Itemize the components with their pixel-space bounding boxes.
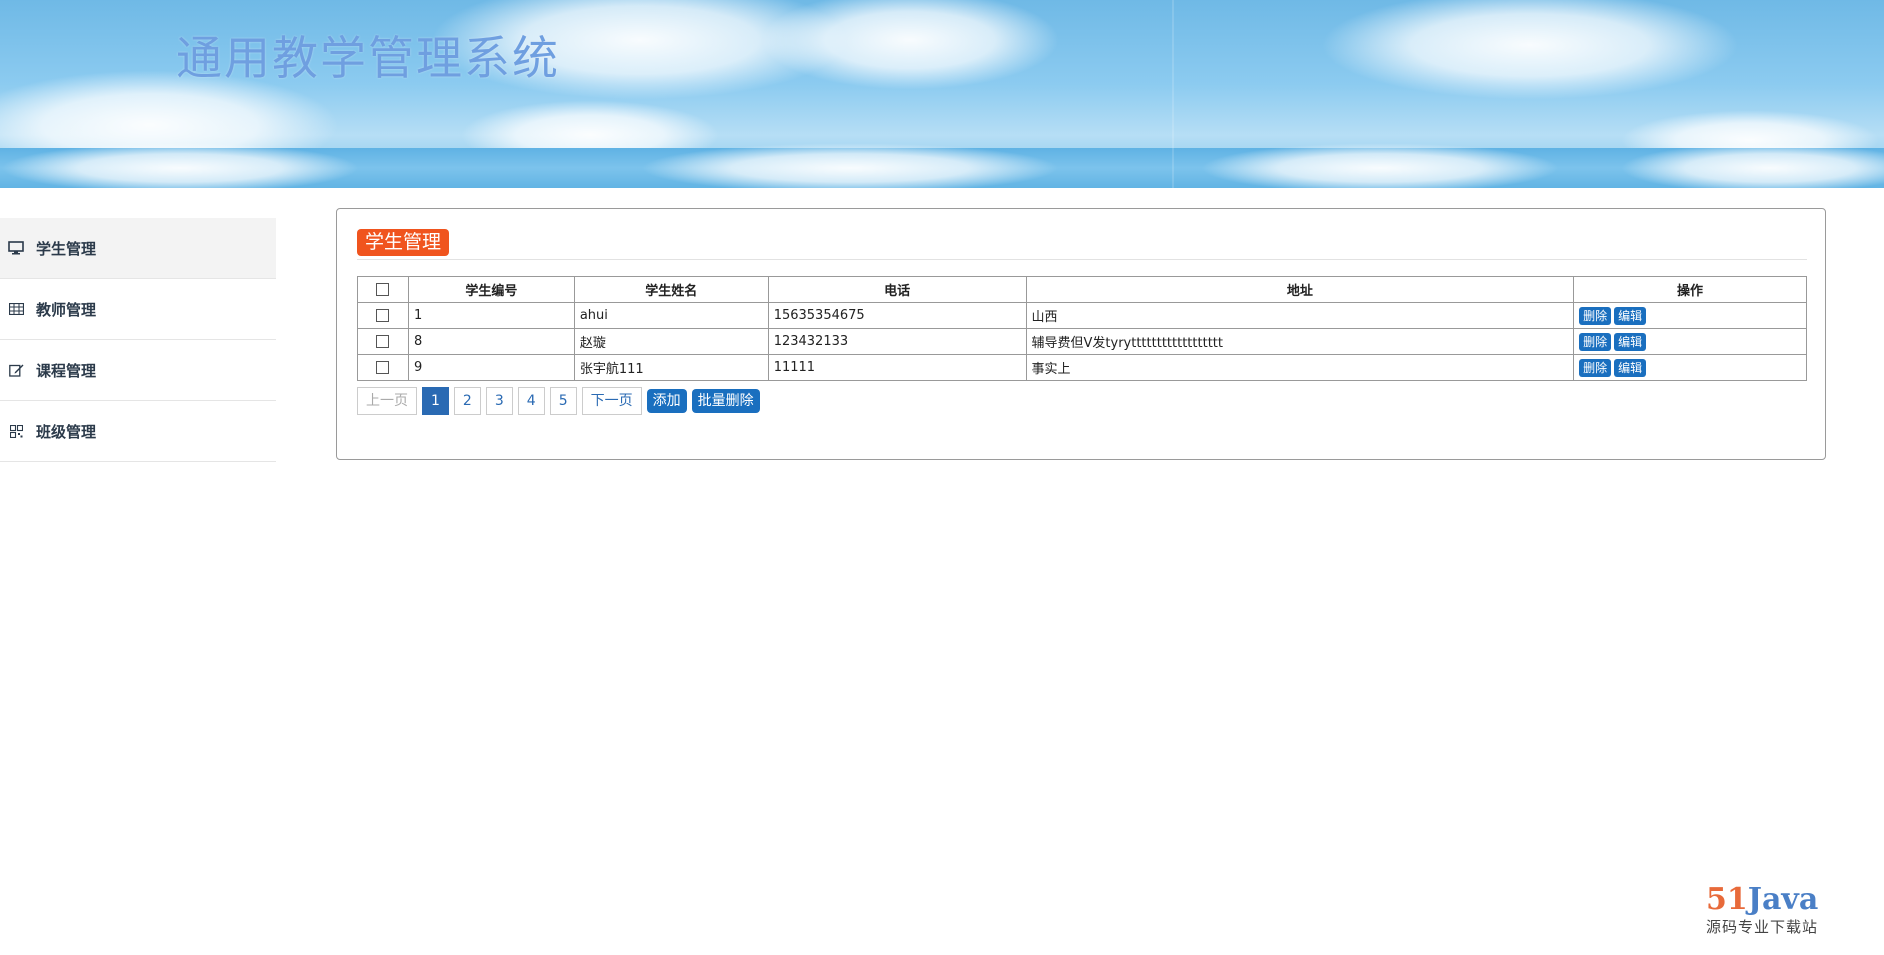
page-3-button[interactable]: 3 (485, 387, 513, 415)
add-button[interactable]: 添加 (646, 389, 687, 413)
next-page-button[interactable]: 下一页 (581, 387, 642, 415)
student-phone: 123432133 (767, 328, 1027, 355)
monitor-icon (6, 240, 26, 256)
pagination: 上一页 1 2 3 4 5 下一页 添加 批量删除 (357, 387, 765, 415)
watermark-wordmark: 51Java (1706, 882, 1819, 917)
table-row: 9 张宇航111 11111 事实上 删除 编辑 (357, 354, 1807, 381)
row-checkbox[interactable] (376, 309, 390, 322)
student-table: 学生编号 学生姓名 电话 地址 操作 1 ahui 15635354675 山西… (357, 276, 1807, 381)
sidebar-item-course[interactable]: 课程管理 (0, 340, 276, 401)
delete-button[interactable]: 删除 (1579, 332, 1612, 351)
header-band (0, 143, 1884, 188)
edit-button[interactable]: 编辑 (1614, 306, 1647, 325)
sidebar-item-label: 学生管理 (36, 239, 97, 258)
sidebar-item-label: 课程管理 (36, 361, 97, 380)
student-id: 1 (407, 302, 575, 329)
student-name: 张宇航111 (573, 354, 769, 381)
student-id: 9 (407, 354, 575, 381)
table-row: 1 ahui 15635354675 山西 删除 编辑 (357, 302, 1807, 329)
student-panel: 学生管理 学生编号 学生姓名 电话 地址 操作 1 ahui 156353546… (336, 208, 1826, 460)
row-checkbox[interactable] (376, 335, 390, 348)
row-check-cell (357, 354, 409, 381)
column-header: 学生姓名 (573, 276, 769, 303)
edit-button[interactable]: 编辑 (1614, 358, 1647, 377)
panel-title: 学生管理 (357, 229, 450, 256)
delete-button[interactable]: 删除 (1579, 358, 1612, 377)
student-address: 山西 (1025, 302, 1575, 329)
select-all-checkbox[interactable] (376, 283, 390, 296)
row-actions: 删除 编辑 (1573, 354, 1807, 381)
qrcode-icon (6, 423, 26, 439)
delete-button[interactable]: 删除 (1579, 306, 1612, 325)
edit-icon (6, 362, 26, 378)
row-check-cell (357, 328, 409, 355)
banner-seam (1172, 0, 1174, 188)
site-title: 通用教学管理系统 (176, 31, 560, 85)
edit-button[interactable]: 编辑 (1614, 332, 1647, 351)
cloud-decoration (0, 143, 360, 188)
page-2-button[interactable]: 2 (453, 387, 481, 415)
student-id: 8 (407, 328, 575, 355)
sidebar-item-label: 班级管理 (36, 422, 97, 441)
student-name: 赵璇 (573, 328, 769, 355)
prev-page-button[interactable]: 上一页 (357, 387, 417, 415)
cloud-decoration (640, 143, 1060, 188)
table-icon (6, 301, 26, 317)
sidebar-item-student[interactable]: 学生管理 (0, 218, 276, 279)
student-address: 辅导费但V发tyrytttttttttttttttttt (1025, 328, 1575, 355)
panel-header: 学生管理 (357, 229, 1807, 260)
batch-delete-button[interactable]: 批量删除 (691, 389, 760, 413)
cloud-decoration (1200, 143, 1560, 188)
cloud-decoration (1320, 0, 1740, 100)
row-actions: 删除 编辑 (1573, 302, 1807, 329)
row-checkbox[interactable] (376, 361, 390, 374)
watermark-subtitle: 源码专业下载站 (1706, 918, 1819, 936)
sidebar-item-label: 教师管理 (36, 300, 97, 319)
page-1-button[interactable]: 1 (422, 387, 449, 415)
page-4-button[interactable]: 4 (517, 387, 545, 415)
row-actions: 删除 编辑 (1573, 328, 1807, 355)
row-check-cell (357, 302, 409, 329)
column-header: 学生编号 (407, 276, 575, 303)
cloud-decoration (1620, 143, 1884, 188)
student-name: ahui (573, 302, 769, 329)
page-5-button[interactable]: 5 (549, 387, 577, 415)
student-address: 事实上 (1025, 354, 1575, 381)
header-banner: 通用教学管理系统 (0, 0, 1884, 188)
column-header: 地址 (1025, 276, 1575, 303)
column-header: 操作 (1573, 276, 1807, 303)
table-header-row: 学生编号 学生姓名 电话 地址 操作 (357, 276, 1807, 303)
sidebar-item-class[interactable]: 班级管理 (0, 401, 276, 462)
column-header: 电话 (767, 276, 1027, 303)
watermark-logo: 51Java 源码专业下载站 (1706, 884, 1836, 937)
table-row: 8 赵璇 123432133 辅导费但V发tyryttttttttttttttt… (357, 328, 1807, 355)
sidebar-item-teacher[interactable]: 教师管理 (0, 279, 276, 340)
sidebar: 学生管理 教师管理 课程管理 班级管理 (0, 218, 276, 462)
student-phone: 15635354675 (767, 302, 1027, 329)
select-all-cell (357, 276, 409, 303)
student-phone: 11111 (767, 354, 1027, 381)
